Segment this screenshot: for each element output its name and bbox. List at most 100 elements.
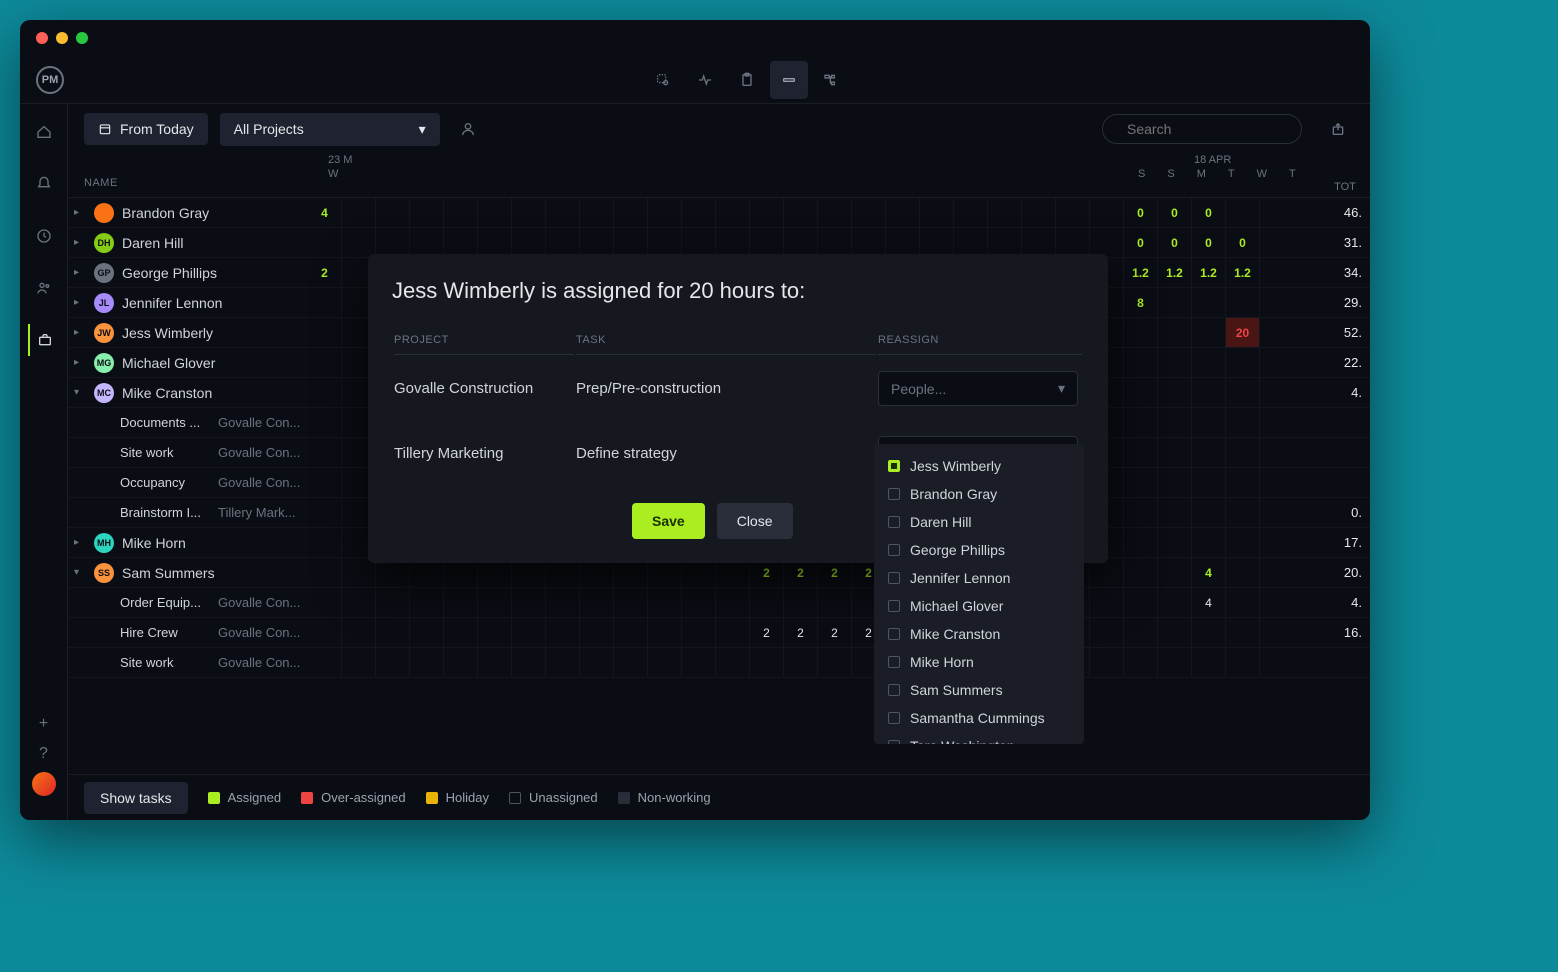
grid-cell[interactable]: 2 [308, 258, 342, 287]
grid-cell[interactable] [1192, 438, 1226, 467]
nav-search-icon[interactable] [644, 61, 682, 99]
checkbox[interactable] [888, 684, 900, 696]
maximize-window-button[interactable] [76, 32, 88, 44]
grid-cell[interactable]: 0 [1192, 228, 1226, 257]
grid-cell[interactable] [342, 618, 376, 647]
grid-cell[interactable] [1022, 228, 1056, 257]
grid-cell[interactable] [1158, 558, 1192, 587]
grid-cell[interactable] [444, 648, 478, 677]
grid-cell[interactable] [1192, 468, 1226, 497]
grid-cell[interactable] [1124, 498, 1158, 527]
grid-cell[interactable] [1158, 288, 1192, 317]
grid-cell[interactable] [410, 618, 444, 647]
nav-clipboard-icon[interactable] [728, 61, 766, 99]
grid-cell[interactable]: 20 [1226, 318, 1260, 347]
show-tasks-button[interactable]: Show tasks [84, 782, 188, 814]
task-name[interactable]: Site work [120, 445, 210, 460]
grid-cell[interactable] [546, 198, 580, 227]
grid-cell[interactable] [478, 648, 512, 677]
grid-cell[interactable] [716, 618, 750, 647]
grid-cell[interactable]: 1.2 [1158, 258, 1192, 287]
dropdown-person-item[interactable]: Tara Washington [874, 732, 1084, 744]
grid-cell[interactable] [308, 228, 342, 257]
grid-cell[interactable] [1226, 648, 1260, 677]
person-name[interactable]: Daren Hill [122, 235, 183, 251]
grid-cell[interactable] [410, 228, 444, 257]
dropdown-person-item[interactable]: Mike Cranston [874, 620, 1084, 648]
grid-cell[interactable] [1022, 198, 1056, 227]
user-filter-icon[interactable] [452, 113, 484, 145]
grid-cell[interactable] [784, 198, 818, 227]
grid-cell[interactable] [1090, 228, 1124, 257]
grid-cell[interactable] [1124, 318, 1158, 347]
nav-activity-icon[interactable] [686, 61, 724, 99]
dropdown-person-item[interactable]: Mike Horn [874, 648, 1084, 676]
grid-cell[interactable]: 2 [818, 618, 852, 647]
grid-cell[interactable] [1158, 528, 1192, 557]
grid-cell[interactable] [920, 198, 954, 227]
grid-cell[interactable] [1192, 348, 1226, 377]
grid-cell[interactable] [1226, 198, 1260, 227]
grid-cell[interactable] [886, 228, 920, 257]
grid-cell[interactable] [478, 618, 512, 647]
grid-cell[interactable] [716, 588, 750, 617]
grid-cell[interactable] [308, 498, 342, 527]
grid-cell[interactable] [1226, 528, 1260, 557]
sidebar-notifications-icon[interactable] [28, 168, 60, 200]
grid-cell[interactable] [1124, 378, 1158, 407]
checkbox[interactable] [888, 460, 900, 472]
grid-cell[interactable] [1090, 198, 1124, 227]
grid-cell[interactable] [1124, 438, 1158, 467]
grid-cell[interactable] [478, 198, 512, 227]
grid-cell[interactable] [376, 648, 410, 677]
dropdown-person-item[interactable]: Brandon Gray [874, 480, 1084, 508]
grid-cell[interactable] [1158, 408, 1192, 437]
dropdown-person-item[interactable]: Daren Hill [874, 508, 1084, 536]
projects-dropdown[interactable]: All Projects ▾ [220, 113, 440, 146]
checkbox[interactable] [888, 544, 900, 556]
grid-cell[interactable] [614, 588, 648, 617]
grid-cell[interactable]: 8 [1124, 288, 1158, 317]
grid-cell[interactable] [1192, 648, 1226, 677]
grid-cell[interactable] [410, 588, 444, 617]
grid-cell[interactable] [308, 648, 342, 677]
grid-cell[interactable] [308, 408, 342, 437]
grid-cell[interactable] [648, 588, 682, 617]
expand-chevron-icon[interactable]: ▸ [74, 537, 86, 548]
grid-cell[interactable] [1226, 618, 1260, 647]
checkbox[interactable] [888, 712, 900, 724]
dropdown-person-item[interactable]: Jess Wimberly [874, 452, 1084, 480]
grid-cell[interactable] [750, 198, 784, 227]
grid-cell[interactable] [512, 198, 546, 227]
expand-chevron-icon[interactable]: ▸ [74, 327, 86, 338]
sidebar-help-icon[interactable]: ? [28, 738, 60, 770]
grid-cell[interactable] [648, 618, 682, 647]
checkbox[interactable] [888, 740, 900, 744]
grid-cell[interactable] [648, 648, 682, 677]
grid-cell[interactable]: 0 [1226, 228, 1260, 257]
grid-cell[interactable] [376, 618, 410, 647]
expand-chevron-icon[interactable]: ▸ [74, 267, 86, 278]
grid-cell[interactable]: 0 [1124, 198, 1158, 227]
grid-cell[interactable] [376, 198, 410, 227]
grid-cell[interactable] [1158, 468, 1192, 497]
grid-cell[interactable] [1090, 618, 1124, 647]
grid-cell[interactable] [308, 438, 342, 467]
task-name[interactable]: Occupancy [120, 475, 210, 490]
grid-cell[interactable] [376, 228, 410, 257]
dropdown-person-item[interactable]: Michael Glover [874, 592, 1084, 620]
sidebar-portfolio-icon[interactable] [28, 324, 60, 356]
grid-cell[interactable] [988, 198, 1022, 227]
grid-cell[interactable] [750, 588, 784, 617]
grid-cell[interactable] [886, 198, 920, 227]
checkbox[interactable] [888, 516, 900, 528]
grid-cell[interactable] [546, 228, 580, 257]
grid-cell[interactable] [614, 228, 648, 257]
dropdown-person-item[interactable]: Samantha Cummings [874, 704, 1084, 732]
expand-chevron-icon[interactable]: ▸ [74, 297, 86, 308]
grid-cell[interactable] [1192, 318, 1226, 347]
grid-cell[interactable] [1124, 468, 1158, 497]
grid-cell[interactable] [444, 228, 478, 257]
grid-cell[interactable] [818, 588, 852, 617]
grid-cell[interactable] [1226, 408, 1260, 437]
